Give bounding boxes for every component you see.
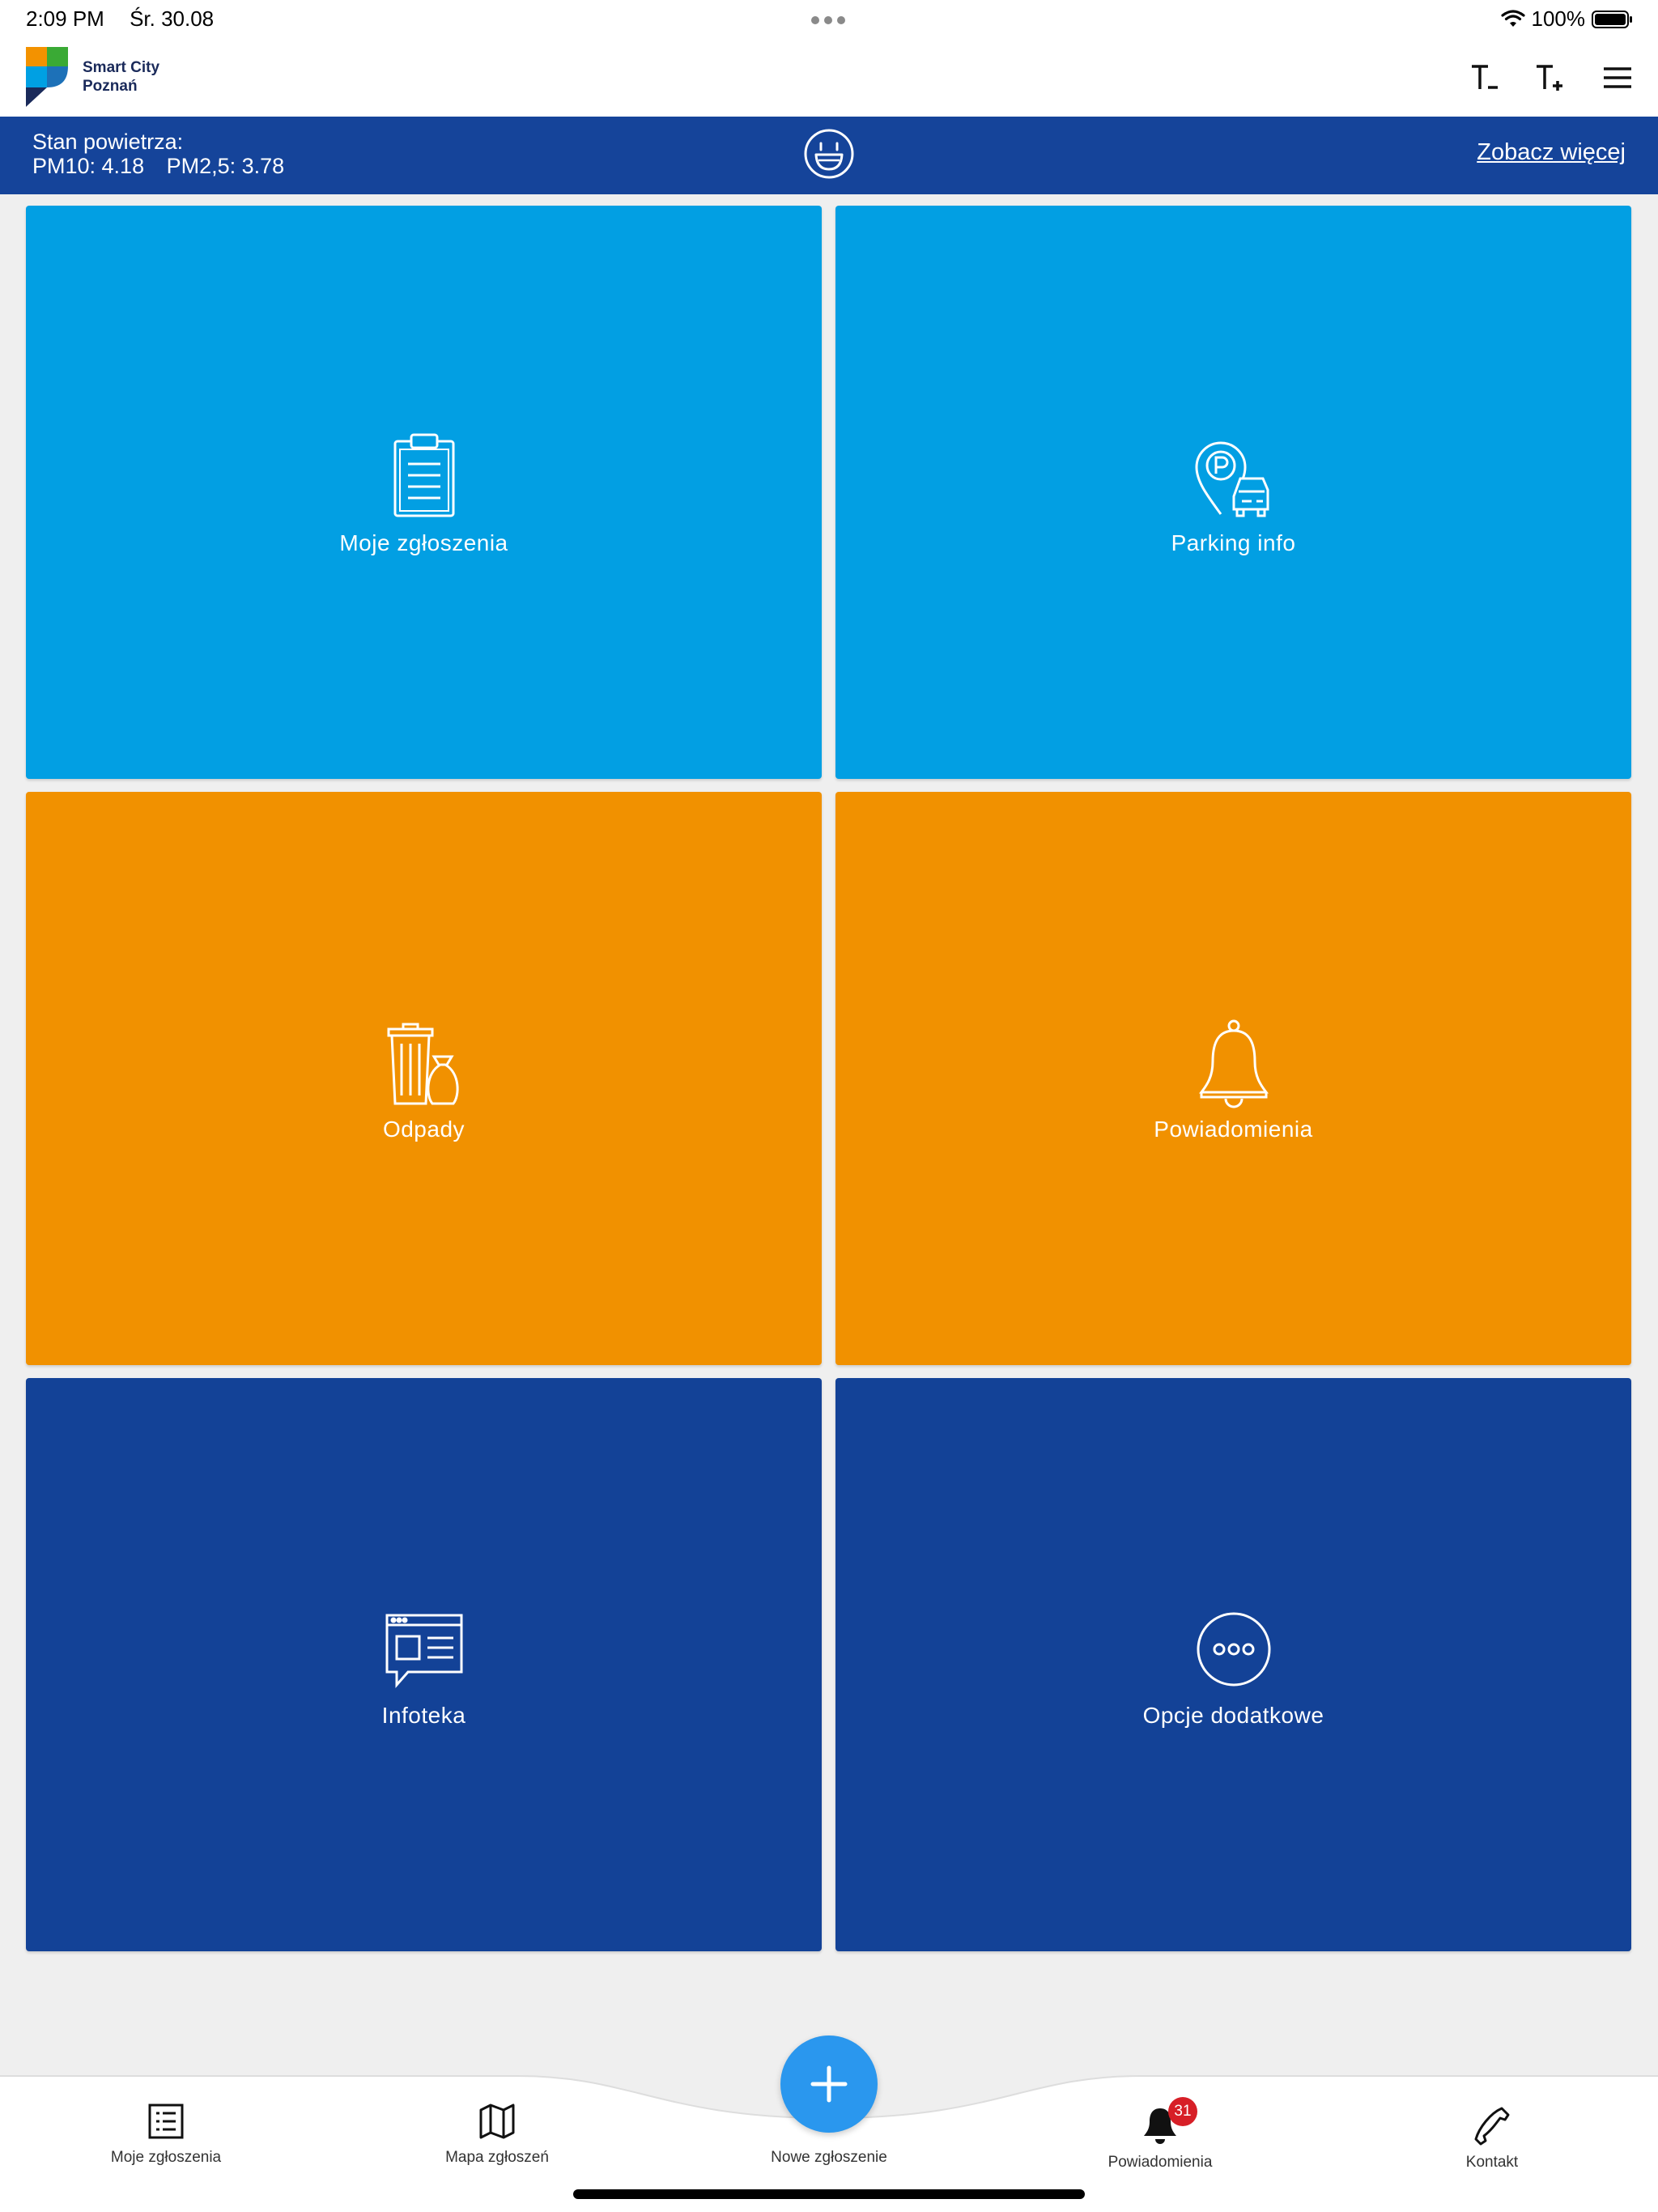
nav-label: Nowe zgłoszenie [771, 2149, 887, 2166]
new-report-button[interactable] [780, 2035, 878, 2133]
tile-moje-zgloszenia[interactable]: Moje zgłoszenia [26, 206, 822, 779]
tile-label: Powiadomienia [1154, 1117, 1313, 1142]
pm10-value: PM10: 4.18 [32, 154, 145, 178]
tile-infoteka[interactable]: Infoteka [26, 1378, 822, 1951]
app-header: Smart City Poznań [0, 39, 1658, 117]
text-decrease-icon [1472, 65, 1498, 89]
battery-percent: 100% [1531, 6, 1586, 31]
tile-label: Moje zgłoszenia [339, 530, 508, 555]
trash-bin-icon [387, 1023, 459, 1105]
news-chat-icon [385, 1614, 462, 1688]
air-quality-title: Stan powietrza: [32, 130, 184, 154]
text-increase-button[interactable] [1528, 57, 1571, 99]
tile-parking-info[interactable]: Parking info [835, 206, 1631, 779]
home-indicator[interactable] [573, 2189, 1085, 2199]
air-quality-bar: Stan powietrza: PM10: 4.18 PM2,5: 3.78 Z… [0, 117, 1658, 194]
nav-kontakt[interactable]: Kontakt [1387, 2104, 1597, 2172]
tile-opcje-dodatkowe[interactable]: Opcje dodatkowe [835, 1378, 1631, 1951]
logo-line1: Smart City [83, 59, 160, 76]
more-options-icon [1197, 1612, 1270, 1687]
list-icon [148, 2104, 184, 2139]
tile-label: Parking info [1171, 530, 1296, 555]
tile-odpady[interactable]: Odpady [26, 792, 822, 1365]
multitasking-dots-icon[interactable] [811, 16, 845, 24]
clipboard-icon [393, 433, 454, 517]
nav-nowe-zgloszenie-label[interactable]: Nowe zgłoszenie [724, 2149, 934, 2167]
logo-line2: Poznań [83, 78, 138, 95]
text-decrease-button[interactable] [1464, 57, 1506, 99]
status-time-date: 2:09 PM Śr. 30.08 [26, 6, 214, 32]
status-date: Śr. 30.08 [130, 6, 215, 31]
nav-label: Powiadomienia [1107, 2154, 1213, 2171]
menu-icon [1604, 67, 1631, 88]
nav-moje-zgloszenia[interactable]: Moje zgłoszenia [61, 2102, 271, 2167]
plus-icon [810, 2065, 848, 2103]
battery-icon [1592, 10, 1632, 28]
smiley-face-icon [804, 129, 854, 179]
phone-icon [1474, 2107, 1510, 2146]
status-right: 100% [1500, 6, 1635, 32]
nav-label: Mapa zgłoszeń [445, 2149, 549, 2166]
menu-button[interactable] [1596, 57, 1639, 99]
smart-city-logo-icon [26, 47, 68, 107]
text-increase-icon [1537, 65, 1562, 91]
tile-label: Odpady [382, 1117, 466, 1142]
wifi-icon [1500, 9, 1525, 27]
air-quality-values: PM10: 4.18 PM2,5: 3.78 [32, 154, 284, 179]
status-time: 2:09 PM [26, 6, 104, 31]
pm25-value: PM2,5: 3.78 [166, 154, 285, 178]
nav-powiadomienia[interactable]: 31 Powiadomienia [1055, 2097, 1265, 2172]
see-more-link[interactable]: Zobacz więcej [1477, 139, 1626, 166]
parking-car-icon [1194, 441, 1269, 517]
notification-badge: 31 [1168, 2097, 1197, 2126]
tile-powiadomienia[interactable]: Powiadomienia [835, 792, 1631, 1365]
nav-label: Moje zgłoszenia [110, 2149, 222, 2166]
tile-label: Infoteka [381, 1703, 466, 1728]
bell-icon [1198, 1019, 1269, 1108]
nav-mapa-zgloszen[interactable]: Mapa zgłoszeń [392, 2102, 602, 2167]
map-icon [479, 2104, 515, 2139]
logo-text: Smart City Poznań [83, 58, 159, 96]
status-bar: 2:09 PM Śr. 30.08 100% [0, 0, 1658, 39]
nav-label: Kontakt [1465, 2154, 1519, 2171]
tile-label: Opcje dodatkowe [1142, 1703, 1324, 1728]
